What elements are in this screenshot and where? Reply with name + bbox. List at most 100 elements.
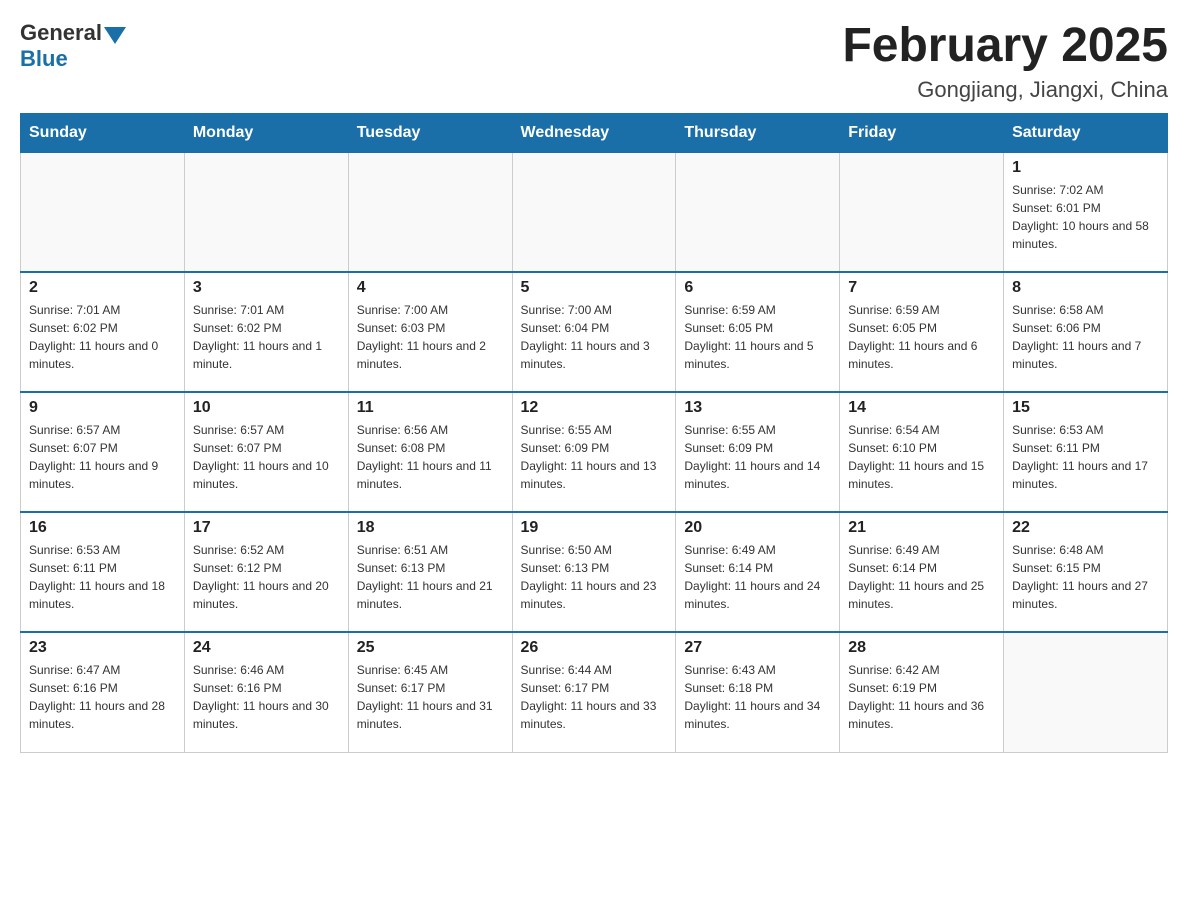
day-number: 23 [29, 639, 176, 657]
calendar-cell [1004, 632, 1168, 752]
day-number: 28 [848, 639, 995, 657]
calendar-title: February 2025 [842, 20, 1168, 73]
calendar-cell: 6 Sunrise: 6:59 AM Sunset: 6:05 PM Daylig… [676, 272, 840, 392]
logo-general-text: General [20, 20, 102, 46]
day-info: Sunrise: 6:59 AM Sunset: 6:05 PM Dayligh… [684, 301, 831, 373]
day-info: Sunrise: 6:53 AM Sunset: 6:11 PM Dayligh… [1012, 421, 1159, 493]
calendar-week-row: 23 Sunrise: 6:47 AM Sunset: 6:16 PM Dayli… [21, 632, 1168, 752]
calendar-cell: 25 Sunrise: 6:45 AM Sunset: 6:17 PM Dayli… [348, 632, 512, 752]
day-info: Sunrise: 6:52 AM Sunset: 6:12 PM Dayligh… [193, 541, 340, 613]
day-number: 9 [29, 399, 176, 417]
day-number: 24 [193, 639, 340, 657]
calendar-cell [184, 152, 348, 272]
calendar-cell: 3 Sunrise: 7:01 AM Sunset: 6:02 PM Daylig… [184, 272, 348, 392]
day-number: 15 [1012, 399, 1159, 417]
calendar-week-row: 1 Sunrise: 7:02 AM Sunset: 6:01 PM Daylig… [21, 152, 1168, 272]
calendar-week-row: 2 Sunrise: 7:01 AM Sunset: 6:02 PM Daylig… [21, 272, 1168, 392]
day-number: 6 [684, 279, 831, 297]
day-info: Sunrise: 7:00 AM Sunset: 6:03 PM Dayligh… [357, 301, 504, 373]
day-info: Sunrise: 6:51 AM Sunset: 6:13 PM Dayligh… [357, 541, 504, 613]
day-number: 13 [684, 399, 831, 417]
calendar-cell [676, 152, 840, 272]
day-info: Sunrise: 6:42 AM Sunset: 6:19 PM Dayligh… [848, 661, 995, 733]
calendar-cell: 8 Sunrise: 6:58 AM Sunset: 6:06 PM Daylig… [1004, 272, 1168, 392]
calendar-cell: 23 Sunrise: 6:47 AM Sunset: 6:16 PM Dayli… [21, 632, 185, 752]
day-number: 7 [848, 279, 995, 297]
logo-triangle-icon [104, 27, 126, 44]
day-number: 16 [29, 519, 176, 537]
column-header-tuesday: Tuesday [348, 113, 512, 152]
day-number: 1 [1012, 159, 1159, 177]
logo: General Blue [20, 20, 126, 72]
day-number: 19 [521, 519, 668, 537]
calendar-cell: 28 Sunrise: 6:42 AM Sunset: 6:19 PM Dayli… [840, 632, 1004, 752]
calendar-cell: 7 Sunrise: 6:59 AM Sunset: 6:05 PM Daylig… [840, 272, 1004, 392]
calendar-cell: 4 Sunrise: 7:00 AM Sunset: 6:03 PM Daylig… [348, 272, 512, 392]
page-header: General Blue February 2025 Gongjiang, Ji… [20, 20, 1168, 103]
calendar-cell: 5 Sunrise: 7:00 AM Sunset: 6:04 PM Daylig… [512, 272, 676, 392]
day-number: 25 [357, 639, 504, 657]
day-info: Sunrise: 6:50 AM Sunset: 6:13 PM Dayligh… [521, 541, 668, 613]
calendar-cell: 15 Sunrise: 6:53 AM Sunset: 6:11 PM Dayli… [1004, 392, 1168, 512]
logo-blue-text: Blue [20, 46, 68, 71]
day-info: Sunrise: 7:02 AM Sunset: 6:01 PM Dayligh… [1012, 181, 1159, 253]
day-info: Sunrise: 6:49 AM Sunset: 6:14 PM Dayligh… [684, 541, 831, 613]
day-info: Sunrise: 6:47 AM Sunset: 6:16 PM Dayligh… [29, 661, 176, 733]
day-number: 17 [193, 519, 340, 537]
calendar-header-row: SundayMondayTuesdayWednesdayThursdayFrid… [21, 113, 1168, 152]
calendar-cell: 12 Sunrise: 6:55 AM Sunset: 6:09 PM Dayli… [512, 392, 676, 512]
day-info: Sunrise: 6:59 AM Sunset: 6:05 PM Dayligh… [848, 301, 995, 373]
calendar-cell [840, 152, 1004, 272]
day-info: Sunrise: 6:55 AM Sunset: 6:09 PM Dayligh… [684, 421, 831, 493]
day-info: Sunrise: 7:01 AM Sunset: 6:02 PM Dayligh… [29, 301, 176, 373]
day-number: 10 [193, 399, 340, 417]
day-number: 27 [684, 639, 831, 657]
day-info: Sunrise: 6:45 AM Sunset: 6:17 PM Dayligh… [357, 661, 504, 733]
day-number: 2 [29, 279, 176, 297]
calendar-cell: 21Sunrise: 6:49 AM Sunset: 6:14 PM Dayli… [840, 512, 1004, 632]
day-number: 22 [1012, 519, 1159, 537]
calendar-table: SundayMondayTuesdayWednesdayThursdayFrid… [20, 113, 1168, 753]
calendar-cell: 9 Sunrise: 6:57 AM Sunset: 6:07 PM Daylig… [21, 392, 185, 512]
day-number: 3 [193, 279, 340, 297]
day-info: Sunrise: 6:54 AM Sunset: 6:10 PM Dayligh… [848, 421, 995, 493]
day-number: 4 [357, 279, 504, 297]
calendar-cell: 19 Sunrise: 6:50 AM Sunset: 6:13 PM Dayli… [512, 512, 676, 632]
day-info: Sunrise: 6:56 AM Sunset: 6:08 PM Dayligh… [357, 421, 504, 493]
column-header-thursday: Thursday [676, 113, 840, 152]
day-info: Sunrise: 6:48 AM Sunset: 6:15 PM Dayligh… [1012, 541, 1159, 613]
calendar-cell [21, 152, 185, 272]
calendar-cell: 10Sunrise: 6:57 AM Sunset: 6:07 PM Dayli… [184, 392, 348, 512]
day-number: 5 [521, 279, 668, 297]
day-number: 20 [684, 519, 831, 537]
day-number: 26 [521, 639, 668, 657]
calendar-cell: 17 Sunrise: 6:52 AM Sunset: 6:12 PM Dayli… [184, 512, 348, 632]
calendar-cell: 2 Sunrise: 7:01 AM Sunset: 6:02 PM Daylig… [21, 272, 185, 392]
calendar-cell: 26 Sunrise: 6:44 AM Sunset: 6:17 PM Dayli… [512, 632, 676, 752]
day-info: Sunrise: 7:01 AM Sunset: 6:02 PM Dayligh… [193, 301, 340, 373]
day-info: Sunrise: 6:57 AM Sunset: 6:07 PM Dayligh… [29, 421, 176, 493]
day-info: Sunrise: 6:43 AM Sunset: 6:18 PM Dayligh… [684, 661, 831, 733]
column-header-sunday: Sunday [21, 113, 185, 152]
calendar-cell: 16Sunrise: 6:53 AM Sunset: 6:11 PM Dayli… [21, 512, 185, 632]
column-header-monday: Monday [184, 113, 348, 152]
day-number: 12 [521, 399, 668, 417]
calendar-cell: 27 Sunrise: 6:43 AM Sunset: 6:18 PM Dayli… [676, 632, 840, 752]
day-info: Sunrise: 6:58 AM Sunset: 6:06 PM Dayligh… [1012, 301, 1159, 373]
calendar-cell: 14 Sunrise: 6:54 AM Sunset: 6:10 PM Dayli… [840, 392, 1004, 512]
calendar-cell: 11Sunrise: 6:56 AM Sunset: 6:08 PM Dayli… [348, 392, 512, 512]
day-info: Sunrise: 6:49 AM Sunset: 6:14 PM Dayligh… [848, 541, 995, 613]
calendar-subtitle: Gongjiang, Jiangxi, China [842, 77, 1168, 103]
calendar-week-row: 9 Sunrise: 6:57 AM Sunset: 6:07 PM Daylig… [21, 392, 1168, 512]
day-info: Sunrise: 6:55 AM Sunset: 6:09 PM Dayligh… [521, 421, 668, 493]
day-info: Sunrise: 7:00 AM Sunset: 6:04 PM Dayligh… [521, 301, 668, 373]
day-number: 8 [1012, 279, 1159, 297]
column-header-friday: Friday [840, 113, 1004, 152]
day-info: Sunrise: 6:44 AM Sunset: 6:17 PM Dayligh… [521, 661, 668, 733]
calendar-cell: 20 Sunrise: 6:49 AM Sunset: 6:14 PM Dayli… [676, 512, 840, 632]
day-number: 18 [357, 519, 504, 537]
calendar-cell: 18 Sunrise: 6:51 AM Sunset: 6:13 PM Dayli… [348, 512, 512, 632]
day-number: 14 [848, 399, 995, 417]
column-header-saturday: Saturday [1004, 113, 1168, 152]
calendar-cell [512, 152, 676, 272]
